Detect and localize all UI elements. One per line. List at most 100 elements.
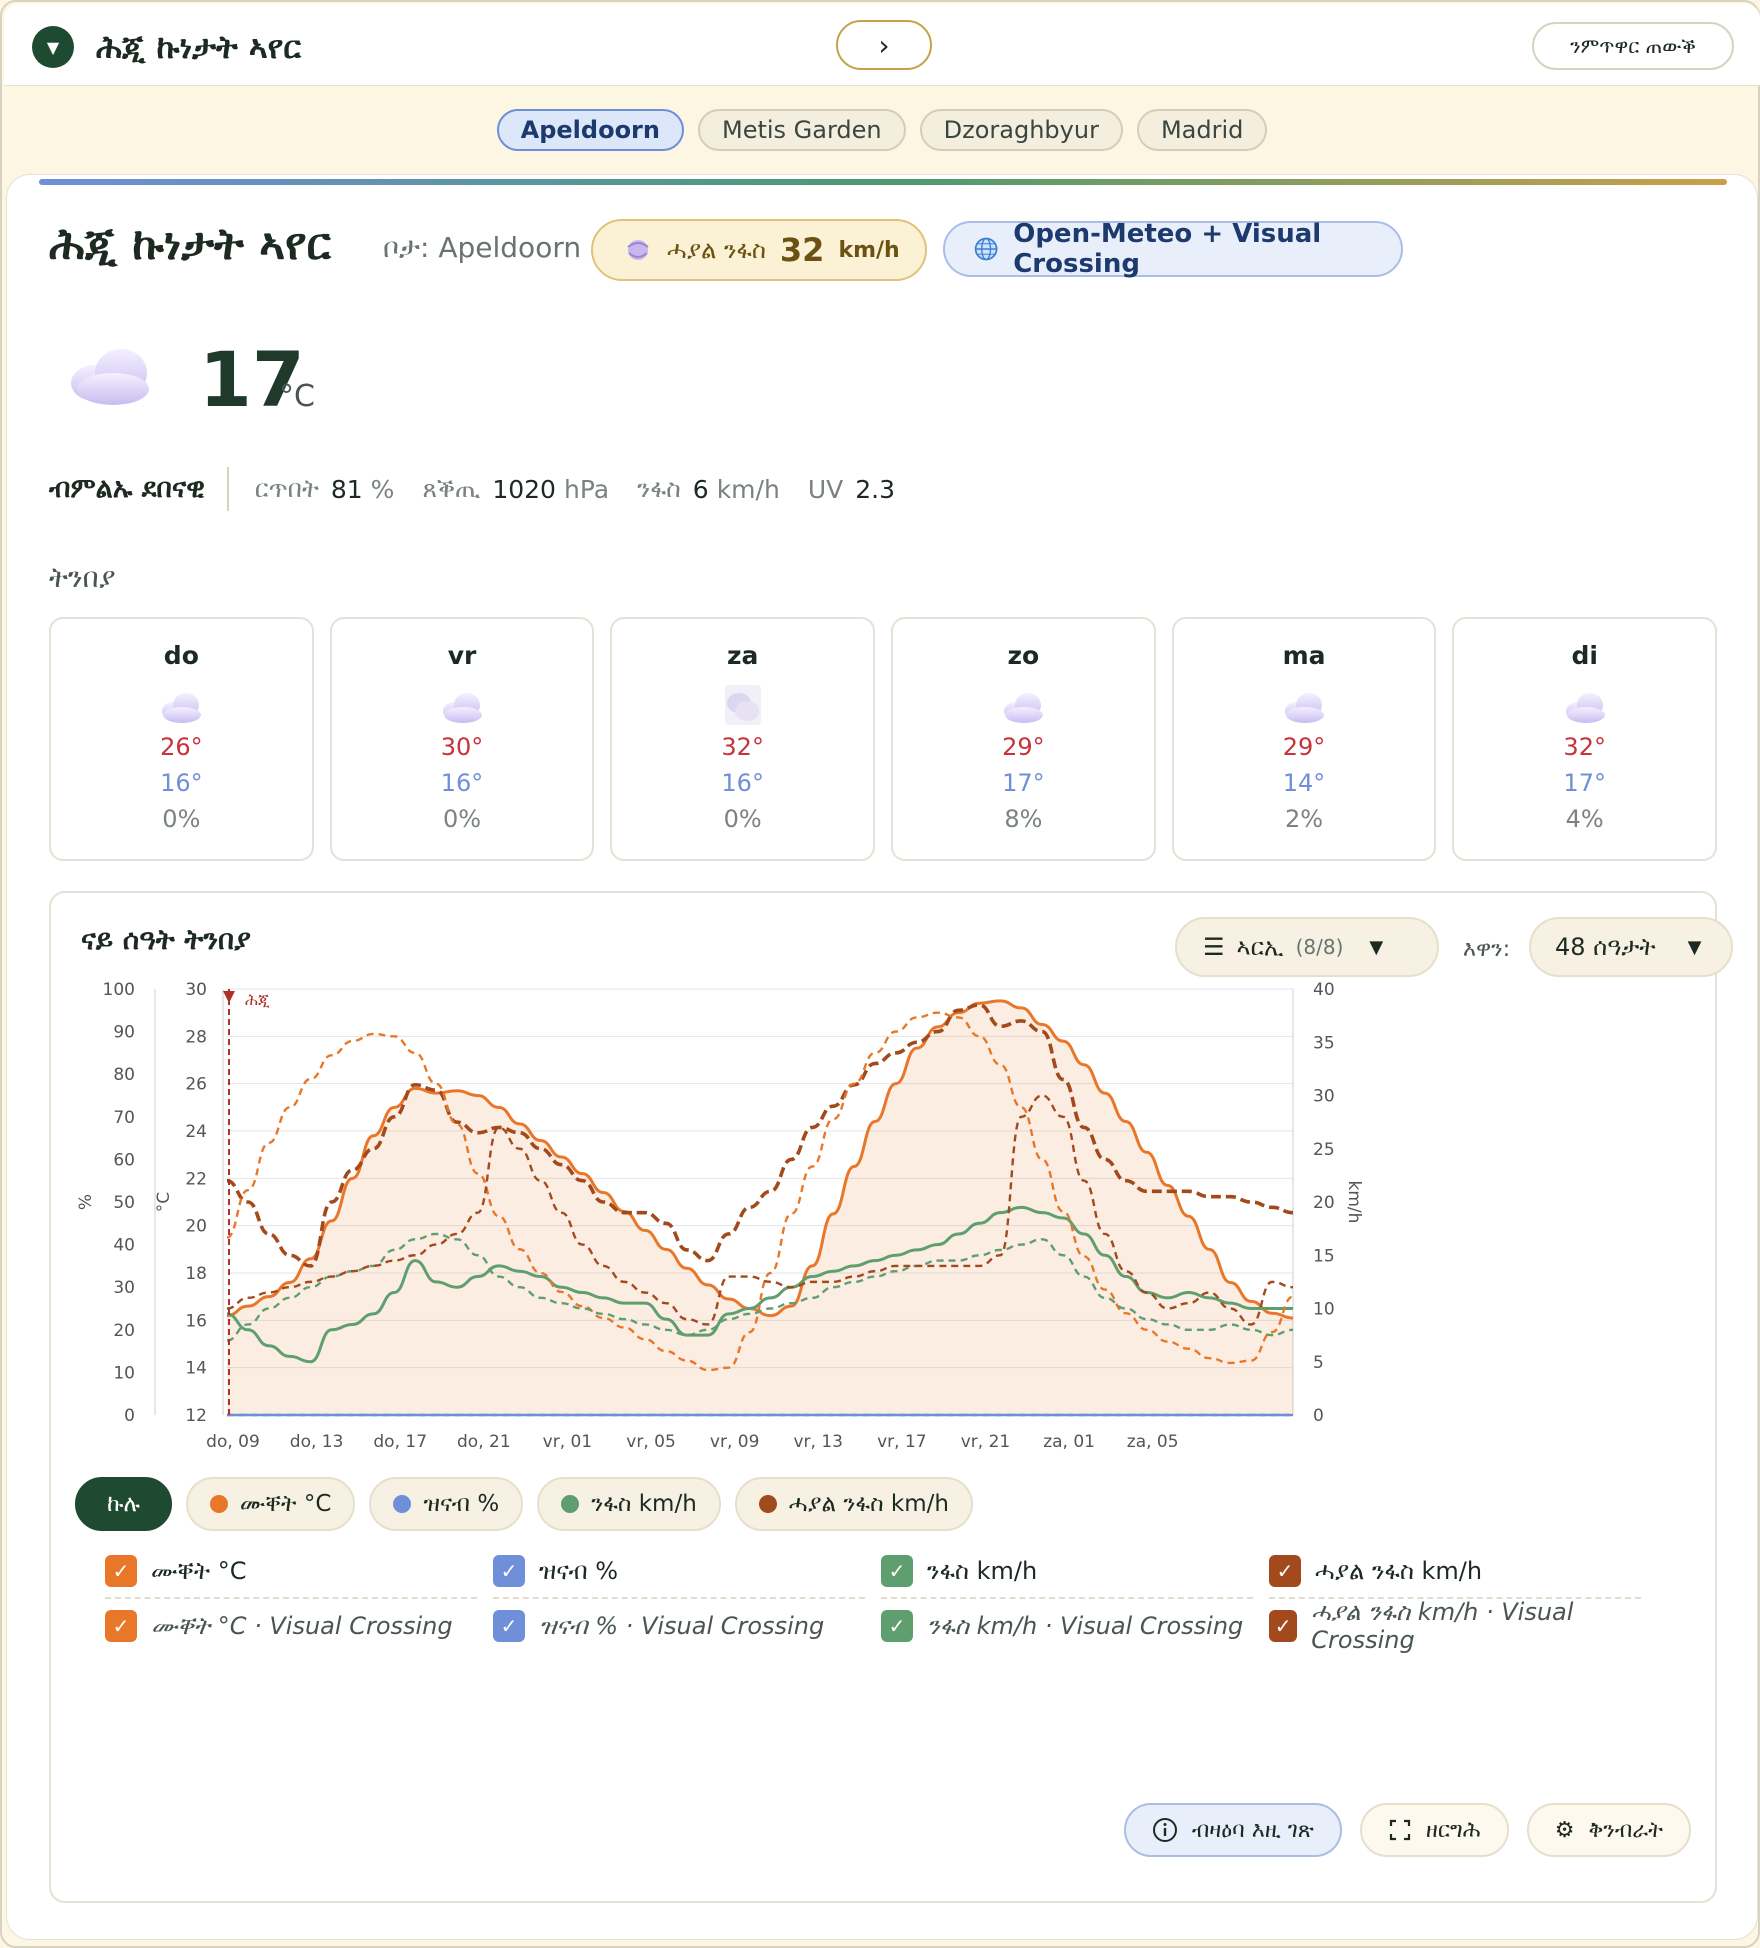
compare-button[interactable]: ንምጥዋር ጠውቕ [1532, 22, 1734, 70]
chart-actions: ብዛዕባ እዚ ገጽ ዘርግሕ ⚙ ቅንብራት [1123, 1803, 1691, 1857]
legend-temp-button[interactable]: ሙቐት °C [185, 1477, 356, 1531]
tick-label-temp: 12 [185, 1406, 207, 1426]
city-tab-madrid[interactable]: Madrid [1136, 109, 1268, 151]
about-button[interactable]: ብዛዕባ እዚ ገጽ [1123, 1803, 1342, 1857]
forecast-day-card[interactable]: zo 29° 17° 8% [891, 617, 1156, 861]
forecast-high: 32° [1563, 733, 1606, 761]
checkbox-wind[interactable]: ✓ ንፋስ km/h [881, 1545, 1253, 1599]
forecast-low: 16° [721, 769, 764, 797]
data-source-badge[interactable]: Open-Meteo + Visual Crossing [943, 219, 1403, 279]
forecast-precip: 8% [1004, 805, 1043, 833]
info-icon [1152, 1818, 1177, 1842]
tick-label-pct: 40 [113, 1236, 135, 1256]
range-dropdown[interactable]: 48 ሰዓታት ▼ [1529, 917, 1733, 977]
weather-card: ሕጂ ኩነታት ኣየር ቦታ: Apeldoorn ሓያል ንፋስ 32 km/… [6, 174, 1758, 1940]
checkbox-wind-vc[interactable]: ✓ ንፋስ km/h · Visual Crossing [881, 1599, 1253, 1653]
chevron-down-icon: ▼ [1687, 936, 1702, 958]
collapse-toggle-icon[interactable]: ▼ [32, 26, 74, 68]
gust-unit: km/h [838, 237, 900, 263]
list-icon: ☰ [1203, 933, 1225, 961]
cloud-icon [162, 693, 202, 723]
now-marker-icon [223, 991, 235, 1003]
tick-label-kmh: 15 [1313, 1246, 1335, 1266]
checkbox-label: ንፋስ km/h [927, 1557, 1038, 1585]
checkbox-gust-vc[interactable]: ✓ ሓያል ንፋስ km/h · Visual Crossing [1269, 1598, 1641, 1654]
check-icon: ✓ [881, 1555, 913, 1587]
tick-label-kmh: 40 [1313, 980, 1335, 1000]
fog-cloud-icon [724, 685, 761, 725]
gust-badge: ሓያል ንፋስ 32 km/h [591, 219, 927, 281]
legend-all-button[interactable]: ኩሉ [75, 1477, 172, 1531]
city-tab-metis-garden[interactable]: Metis Garden [697, 109, 906, 151]
forecast-day: ma [1282, 641, 1326, 670]
forecast-high: 32° [721, 733, 764, 761]
checkbox-temp-vc[interactable]: ✓ ሙቐት °C · Visual Crossing [105, 1599, 477, 1653]
city-tab-apeldoorn[interactable]: Apeldoorn [496, 109, 684, 151]
axis-label-pct: % [76, 1194, 96, 1210]
accent-bar [39, 179, 1727, 185]
location-label: ቦታ: Apeldoorn [383, 231, 582, 264]
forecast-row: do 26° 16° 0% vr 30° 16° 0% za 32° 16° 0… [49, 617, 1718, 861]
tick-label-kmh: 35 [1313, 1033, 1335, 1053]
settings-button[interactable]: ⚙ ቅንብራት [1526, 1803, 1691, 1857]
forecast-high: 29° [1282, 733, 1326, 761]
cloud-icon [1004, 693, 1044, 723]
tick-label-x: do, 17 [373, 1432, 427, 1452]
forecast-day-card[interactable]: di 32° 17° 4% [1452, 617, 1718, 861]
tick-label-pct: 60 [113, 1150, 135, 1170]
tick-label-temp: 30 [185, 980, 207, 1000]
checkbox-temp[interactable]: ✓ ሙቐት °C [105, 1545, 477, 1599]
range-value: 48 ሰዓታት [1555, 933, 1656, 961]
check-icon: ✓ [105, 1610, 137, 1642]
legend-humidity-button[interactable]: ዝናብ % [369, 1477, 524, 1531]
forecast-day-card[interactable]: do 26° 16° 0% [49, 617, 314, 861]
check-icon: ✓ [493, 1555, 525, 1587]
humidity-unit: % [370, 474, 395, 504]
city-tab-dzoraghbyur[interactable]: Dzoraghbyur [919, 109, 1123, 151]
top-bar: ▼ ሕጂ ኩነታት ኣየር › ንምጥዋር ጠውቕ [4, 4, 1760, 86]
globe-icon [974, 237, 998, 261]
checkbox-humidity-vc[interactable]: ✓ ዝናብ % · Visual Crossing [493, 1599, 865, 1653]
forecast-day: zo [1007, 641, 1040, 670]
tick-label-temp: 26 [185, 1075, 207, 1095]
legend-gust-button[interactable]: ሓያል ንፋስ km/h [734, 1477, 973, 1531]
legend-wind-label: ንፋስ km/h [591, 1491, 697, 1517]
forecast-precip: 2% [1284, 805, 1324, 833]
series-checkboxes: ✓ ሙቐት °C ✓ ዝናብ % ✓ ንፋስ km/h ✓ ሓያል ንፋስ km/h ✓… [105, 1545, 1705, 1654]
checkbox-label: ዝናብ % [539, 1557, 619, 1585]
checkbox-humidity[interactable]: ✓ ዝናብ % [493, 1545, 865, 1599]
legend-wind-button[interactable]: ንፋስ km/h [537, 1477, 721, 1531]
tick-label-pct: 0 [124, 1406, 135, 1426]
series-dropdown[interactable]: ☰ ኣርኢ (8/8) ▼ [1175, 917, 1439, 977]
forecast-day: za [726, 641, 759, 670]
current-details: ብምልኡ ደበናዊ ርጥበት 81 % ጸቕጢ 1020 hPa ንፋስ 6 k… [49, 465, 903, 513]
checkbox-label: ሙቐት °C [151, 1557, 247, 1585]
forecast-precip: 0% [442, 805, 482, 833]
city-tabs: Apeldoorn Metis Garden Dzoraghbyur Madri… [2, 86, 1760, 174]
forecast-day-card[interactable]: ma 29° 14° 2% [1171, 617, 1437, 861]
forecast-day-card[interactable]: za 32° 16° 0% [610, 617, 876, 861]
tick-label-x: vr, 13 [794, 1432, 844, 1452]
checkbox-gust[interactable]: ✓ ሓያል ንፋስ km/h [1269, 1545, 1641, 1599]
forecast-day-card[interactable]: vr 30° 16° 0% [329, 617, 595, 861]
fullscreen-button[interactable]: ዘርግሕ [1359, 1803, 1509, 1857]
cloud-icon [1285, 693, 1325, 723]
forecast-low: 16° [440, 769, 484, 797]
tick-label-x: za, 01 [1043, 1432, 1095, 1452]
temp-dot-icon [209, 1495, 228, 1513]
forecast-day: vr [447, 641, 477, 670]
humidity-label: ርጥበት [254, 474, 319, 503]
humidity-dot-icon [393, 1495, 412, 1513]
cloud-icon [443, 693, 482, 723]
forecast-low: 17° [1002, 769, 1045, 797]
series-area-0 [227, 1000, 1293, 1415]
gust-dot-icon [758, 1495, 777, 1513]
tick-label-pct: 20 [113, 1321, 135, 1341]
hourly-panel: ናይ ሰዓት ትንበያ ☰ ኣርኢ (8/8) ▼ እዋን: 48 ሰዓታት ▼… [49, 891, 1733, 1903]
tick-label-x: vr, 21 [961, 1432, 1011, 1452]
tick-label-pct: 100 [103, 980, 135, 1000]
hourly-chart[interactable]: 0102030405060708090100121416182022242628… [51, 973, 1715, 1473]
tick-label-temp: 24 [185, 1122, 207, 1142]
next-city-button[interactable]: › [836, 20, 932, 70]
about-label: ብዛዕባ እዚ ገጽ [1191, 1817, 1314, 1843]
